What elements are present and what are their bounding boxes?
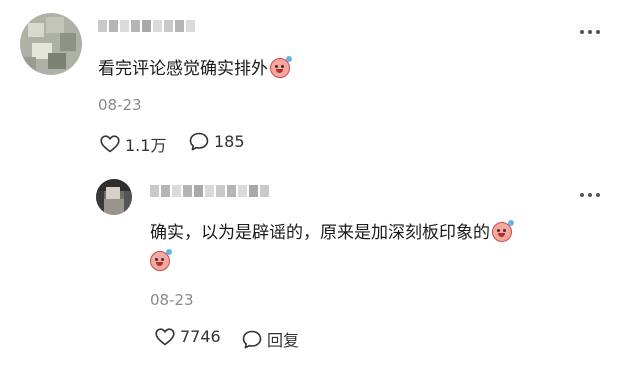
reply-more-options-icon[interactable]	[580, 191, 602, 199]
reply-count: 185	[214, 132, 245, 151]
reply-like-count: 7746	[180, 327, 221, 346]
speech-bubble-icon	[242, 330, 262, 348]
more-options-icon[interactable]	[580, 28, 602, 36]
like-button[interactable]: 1.1万	[100, 132, 166, 156]
reply-date: 08-23	[150, 291, 194, 309]
replier-avatar[interactable]	[96, 179, 132, 215]
speech-bubble-icon	[189, 132, 209, 151]
commenter-avatar[interactable]	[20, 13, 82, 75]
reply-label: 回复	[267, 331, 300, 350]
like-count: 1.1万	[125, 136, 167, 155]
crying-laughing-emoji-icon	[270, 56, 292, 78]
heart-outline-icon	[155, 327, 175, 346]
crying-laughing-emoji-icon	[492, 220, 514, 242]
reply-like-button[interactable]: 7746	[155, 327, 221, 346]
reply-reply-button[interactable]: 回复	[242, 327, 299, 351]
crying-laughing-emoji-icon	[150, 249, 172, 271]
commenter-name[interactable]	[98, 20, 195, 32]
reply-text: 确实，以为是辟谣的，原来是加深刻板印象的	[150, 219, 514, 247]
heart-outline-icon	[100, 135, 120, 153]
comment-text: 看完评论感觉确实排外	[98, 55, 292, 83]
reply-emoji-line	[150, 248, 172, 276]
comment-reply-button[interactable]: 185	[189, 132, 245, 151]
comment-date: 08-23	[98, 96, 142, 114]
replier-name[interactable]	[150, 185, 269, 197]
